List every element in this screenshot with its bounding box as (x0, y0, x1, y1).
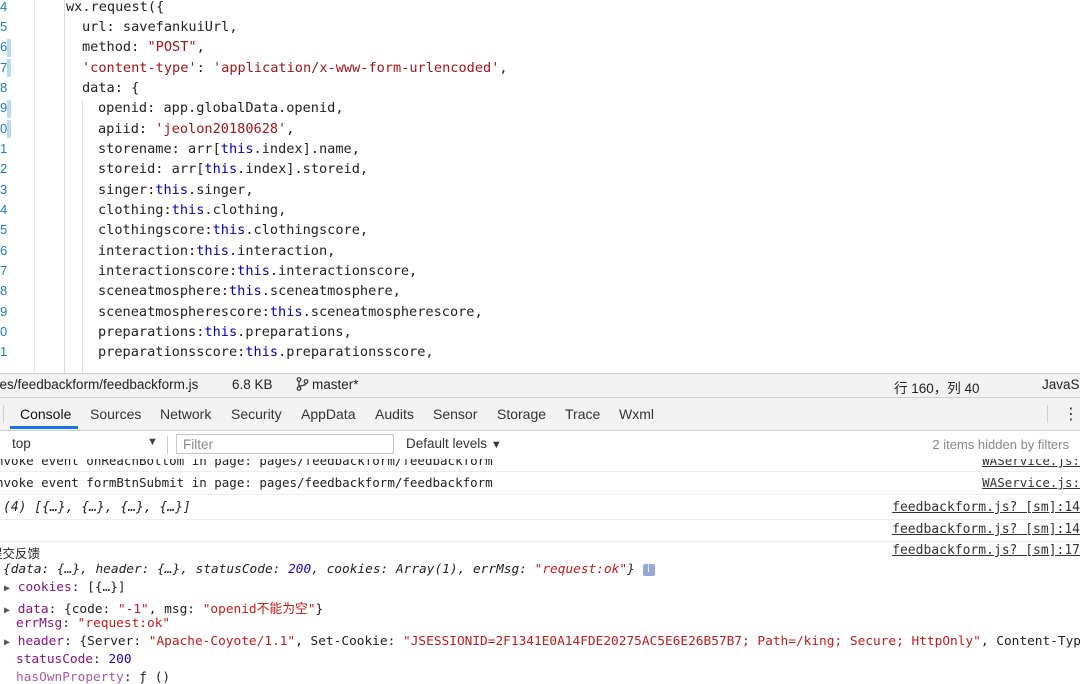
code-line: interaction:this.interaction, (98, 243, 336, 259)
array-preview[interactable]: (4) [{…}, {…}, {…}, {…}] (3, 500, 191, 515)
line-number: 1 (0, 141, 8, 156)
devtools-tab-bar: Console Sources Network Security AppData… (0, 398, 1080, 431)
code-line: storeid: arr[this.index].storeid, (98, 161, 369, 177)
source-link[interactable]: WAService.js: (982, 459, 1080, 468)
line-number: 3 (0, 182, 8, 197)
tab-storage[interactable]: Storage (497, 406, 546, 422)
console-message: (4) [{…}, {…}, {…}, {…}] feedbackform.js… (0, 495, 1080, 520)
hidden-items-note: 2 items hidden by filters (932, 437, 1069, 452)
property-data[interactable]: ▶ data: {code: "-1", msg: "openid不能为空"} (4, 598, 323, 617)
line-number: 1 (0, 344, 8, 359)
code-line: clothing:this.clothing, (98, 202, 287, 218)
code-line: interactionscore:this.interactionscore, (98, 263, 418, 279)
code-line: openid: app.globalData.openid, (98, 100, 344, 116)
tab-sensor[interactable]: Sensor (433, 406, 477, 422)
context-selector[interactable]: top (12, 436, 31, 451)
dropdown-arrow-icon[interactable]: ▼ (147, 436, 158, 448)
expand-triangle-icon[interactable]: ▶ (4, 637, 10, 648)
code-line: wx.request({ (66, 0, 165, 15)
code-line: singer:this.singer, (98, 182, 254, 198)
line-number: 8 (0, 80, 8, 95)
info-icon[interactable]: i (642, 563, 655, 576)
indent-guide (64, 0, 65, 373)
property-hasownproperty: hasOwnProperty: ƒ () (16, 670, 171, 684)
modified-line-marker (7, 59, 11, 77)
source-link[interactable]: WAService.js: (982, 475, 1080, 490)
line-number: 0 (0, 324, 8, 339)
line-number: 4 (0, 202, 8, 217)
active-tab-indicator (10, 426, 78, 429)
line-number-gutter: 4 5 6 7 8 9 0 1 2 3 4 5 6 7 8 9 0 1 (0, 0, 35, 373)
line-number: 8 (0, 283, 8, 298)
code-line: apiid: 'jeolon20180628', (98, 121, 295, 137)
more-options-icon[interactable]: ⋮ (1063, 404, 1079, 423)
code-line: clothingscore:this.clothingscore, (98, 222, 369, 238)
cursor-position[interactable]: 行 160，列 40 (894, 377, 980, 397)
console-output[interactable]: nvoke event onReachBottom in page: pages… (0, 459, 1080, 684)
code-line: url: savefankuiUrl, (82, 19, 238, 35)
tab-console[interactable]: Console (20, 406, 71, 422)
line-number: 9 (0, 304, 8, 319)
message-text: nvoke event formBtnSubmit in page: pages… (0, 475, 493, 490)
git-branch[interactable]: master* (312, 377, 359, 392)
code-line: preparations:this.preparations, (98, 324, 352, 340)
indent-guide (82, 101, 83, 373)
code-line: preparationsscore:this.preparationsscore… (98, 344, 434, 360)
line-number: 7 (0, 263, 8, 278)
code-editor[interactable]: 4 5 6 7 8 9 0 1 2 3 4 5 6 7 8 9 0 1 wx.r… (0, 0, 1080, 373)
tab-audits[interactable]: Audits (375, 406, 414, 422)
code-line: sceneatmosphere:this.sceneatmosphere, (98, 283, 401, 299)
line-number: 4 (0, 0, 8, 14)
filter-input[interactable] (176, 434, 394, 454)
source-link[interactable]: feedbackform.js? [sm]:17 (892, 543, 1080, 558)
editor-status-bar: ges/feedbackform/feedbackform.js 6.8 KB … (0, 373, 1080, 398)
console-message: nvoke event formBtnSubmit in page: pages… (0, 472, 1080, 495)
response-object-preview[interactable]: {data: {…}, header: {…}, statusCode: 200… (3, 562, 655, 577)
code-line: method: "POST", (82, 39, 205, 55)
file-size: 6.8 KB (232, 377, 273, 392)
source-link[interactable]: feedbackform.js? [sm]:14 (892, 522, 1080, 537)
expand-triangle-icon[interactable]: ▶ (4, 583, 10, 594)
git-branch-icon (296, 377, 309, 394)
console-filter-bar: top ▼ Default levels ▼ 2 items hidden by… (0, 431, 1080, 460)
tab-network[interactable]: Network (160, 406, 211, 422)
tab-appdata[interactable]: AppData (301, 406, 355, 422)
tab-sources[interactable]: Sources (90, 406, 141, 422)
line-number: 2 (0, 161, 8, 176)
message-text: 提交反馈 (0, 546, 41, 561)
code-line: storename: arr[this.index].name, (98, 141, 360, 157)
line-number: 5 (0, 222, 8, 237)
expand-triangle-icon[interactable]: ▶ (4, 605, 10, 616)
modified-line-marker (7, 100, 11, 118)
property-cookies[interactable]: ▶ cookies: [{…}] (4, 580, 126, 595)
modified-line-marker (7, 39, 11, 57)
line-number: 5 (0, 19, 8, 34)
code-line: 'content-type': 'application/x-www-form-… (82, 60, 508, 76)
dropdown-arrow-icon: ▼ (490, 439, 502, 451)
log-levels-dropdown[interactable]: Default levels ▼ (406, 436, 502, 451)
property-statuscode: statusCode: 200 (16, 652, 132, 667)
console-message: feedbackform.js? [sm]:14 (0, 520, 1080, 542)
source-link[interactable]: feedbackform.js? [sm]:14 (892, 500, 1080, 515)
tab-security[interactable]: Security (231, 406, 282, 422)
code-line: sceneatmospherescore:this.sceneatmospher… (98, 304, 483, 320)
separator (167, 436, 168, 454)
property-header[interactable]: ▶ header: {Server: "Apache-Coyote/1.1", … (4, 634, 1080, 649)
file-path: ges/feedbackform/feedbackform.js (0, 377, 199, 392)
log-levels-label: Default levels (406, 436, 488, 451)
console-message-object: 提交反馈 feedbackform.js? [sm]:17 {data: {…}… (0, 542, 1080, 684)
modified-line-marker (7, 120, 11, 138)
tab-trace[interactable]: Trace (565, 406, 600, 422)
code-line: data: { (82, 80, 140, 96)
separator (1047, 405, 1048, 423)
language-mode[interactable]: JavaS (1042, 377, 1080, 392)
tab-wxml[interactable]: Wxml (619, 406, 654, 422)
property-errmsg: errMsg: "request:ok" (16, 616, 171, 631)
separator (3, 405, 4, 423)
line-number: 6 (0, 243, 8, 258)
message-text: nvoke event onReachBottom in page: pages… (0, 459, 493, 468)
console-message: nvoke event onReachBottom in page: pages… (0, 459, 1080, 472)
